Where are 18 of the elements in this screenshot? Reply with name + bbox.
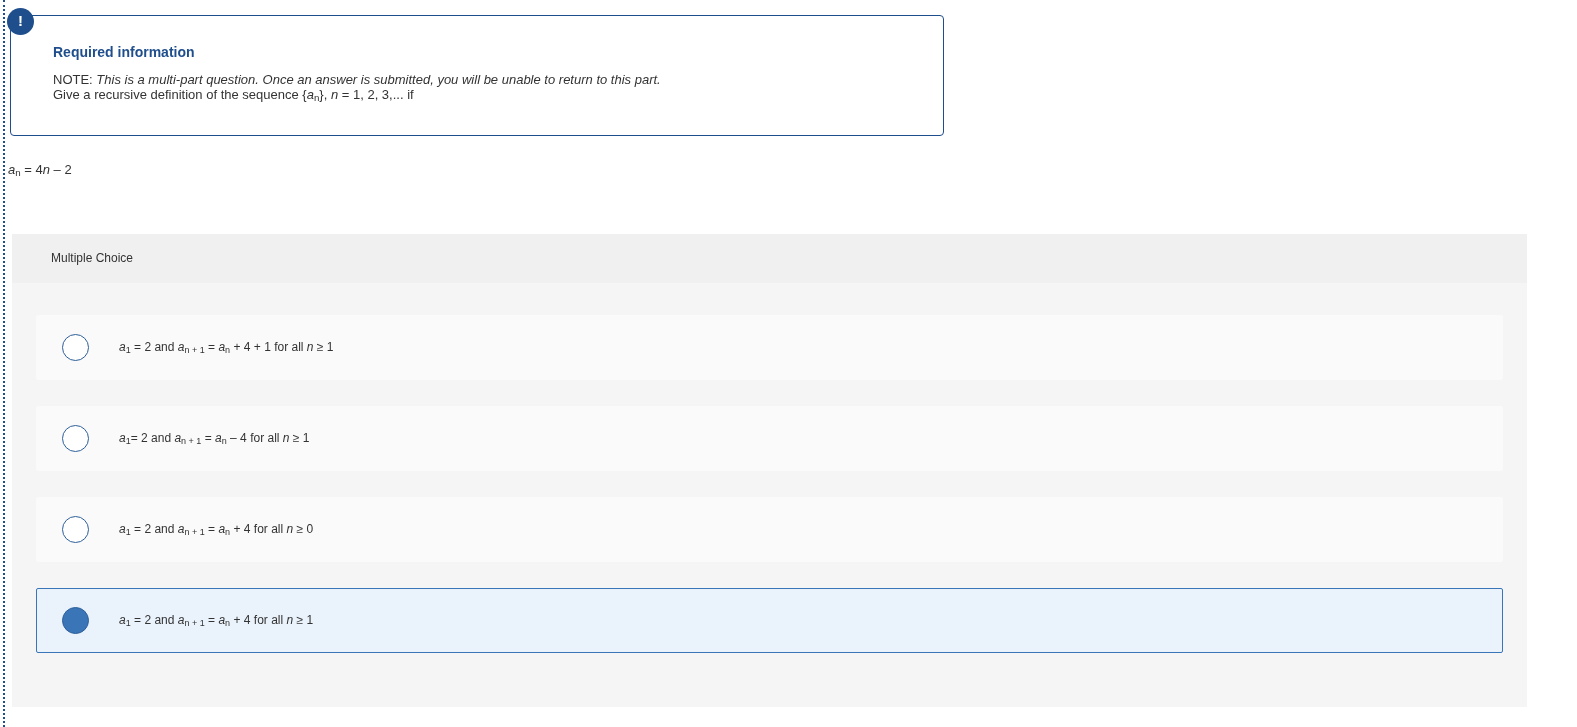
radio-button[interactable] [62, 424, 89, 452]
prompt-text: Give a recursive definition of the sequence {a$_{n}$}, n = 1, 2, 3,... if [53, 87, 415, 102]
note-text: NOTE: This is a multi-part question. Once an answer is submitted, you will be unable to return to this part. [53, 72, 662, 87]
answer-option[interactable]: a$_{1}$ = 2 and a$_{n + 1}$ = a$_{n}$ + 4 for all n ≥ 1 [36, 587, 1503, 653]
equation-text: a$_{n}$ = 4n – 2 [8, 161, 73, 180]
alert-title: Required information [53, 43, 196, 62]
option-text: a$_{1}$ = 2 and a$_{n + 1}$ = a$_{n}$ + 4 + 1 for all n ≥ 1 [119, 339, 334, 356]
radio-button[interactable] [62, 333, 89, 361]
answer-option[interactable]: a$_{1}$ = 2 and a$_{n + 1}$ = a$_{n}$ + 4 + 1 for all n ≥ 1 [36, 314, 1503, 380]
radio-button[interactable] [62, 606, 89, 634]
option-text: a$_{1}$ = 2 and a$_{n + 1}$ = a$_{n}$ + 4 for all n ≥ 0 [119, 521, 314, 538]
answer-option[interactable]: a$_{1}$= 2 and a$_{n + 1}$ = a$_{n}$ – 4 for all n ≥ 1 [36, 405, 1503, 471]
option-text: a$_{1}$ = 2 and a$_{n + 1}$ = a$_{n}$ + 4 for all n ≥ 1 [119, 612, 314, 629]
radio-button[interactable] [62, 515, 89, 543]
alert-badge: ! [7, 8, 34, 35]
option-text: a$_{1}$= 2 and a$_{n + 1}$ = a$_{n}$ – 4 for all n ≥ 1 [119, 430, 310, 447]
question-type-label: Multiple Choice [51, 250, 134, 267]
answer-option[interactable]: a$_{1}$ = 2 and a$_{n + 1}$ = a$_{n}$ + 4 for all n ≥ 0 [36, 496, 1503, 562]
